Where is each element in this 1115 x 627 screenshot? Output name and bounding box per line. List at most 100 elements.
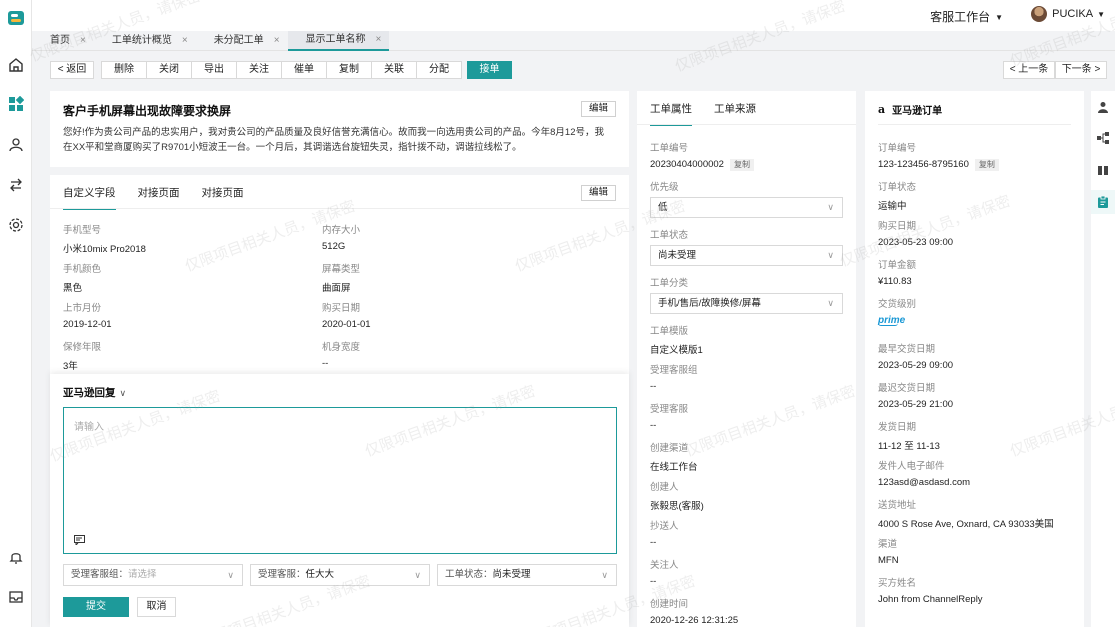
attr-label: 工单编号 (650, 143, 689, 154)
customer-icon[interactable] (1097, 101, 1109, 113)
reply-header[interactable]: 亚马逊回复 ∨ (63, 385, 126, 400)
close-icon[interactable]: × (182, 31, 188, 51)
attr-label: 发货日期 (878, 422, 917, 433)
close-ticket-button[interactable]: 关闭 (146, 61, 192, 79)
attr-category: 工单分类手机/售后/故障换修/屏幕 ∨ (650, 275, 843, 314)
close-icon[interactable]: × (274, 31, 280, 51)
transfer-icon[interactable] (8, 177, 24, 193)
amazon-order-panel: a 亚马逊订单 订单编号 123-123456-8795160 复制 订单状态 运输中 … (865, 91, 1084, 627)
chevron-down-icon: ∨ (414, 570, 421, 580)
attr-follower: 关注人 -- (650, 557, 843, 587)
priority-select[interactable]: 低 ∨ (650, 197, 843, 218)
attr-label: 工单分类 (650, 278, 689, 289)
close-icon[interactable]: × (80, 31, 86, 51)
username: PUCIKA (1052, 8, 1094, 20)
tab-custom-fields[interactable]: 自定义字段 (63, 185, 116, 210)
field-value: 3年 (63, 361, 78, 372)
book-icon[interactable] (1097, 164, 1109, 176)
tab-ticket[interactable]: 显示工单名称 × (287, 30, 390, 51)
workspace-label: 客服工作台 (930, 10, 991, 24)
reply-editor[interactable]: 请输入 (63, 407, 617, 554)
urge-button[interactable]: 催单 (281, 61, 327, 79)
back-button[interactable]: < 返回 (50, 61, 94, 79)
edit-title-button[interactable]: 编辑 (580, 101, 616, 117)
tab-source[interactable]: 工单来源 (714, 101, 756, 126)
field-phone-model: 手机型号小米10mix Pro2018 (63, 222, 146, 255)
home-icon[interactable] (8, 57, 24, 73)
assign-button[interactable]: 分配 (416, 61, 462, 79)
field-label: 上市月份 (63, 303, 102, 314)
attr-value: -- (650, 420, 657, 431)
tab-integration-1[interactable]: 对接页面 (138, 185, 180, 210)
chevron-down-icon: ∨ (119, 388, 127, 398)
attr-label: 发件人电子邮件 (878, 461, 945, 472)
agent-select[interactable]: 受理客服：任大大 ∨ (250, 564, 430, 586)
tab-unassigned[interactable]: 未分配工单 × (196, 31, 288, 51)
prev-button[interactable]: < 上一条 (1003, 61, 1055, 79)
agent-group-select[interactable]: 受理客服组：请选择 ∨ (63, 564, 243, 586)
field-body-width: 机身宽度 -- (322, 339, 360, 369)
category-select[interactable]: 手机/售后/故障换修/屏幕 ∨ (650, 293, 843, 314)
attr-value: 2023-05-29 09:00 (878, 360, 954, 371)
next-button[interactable]: 下一条 > (1055, 61, 1107, 79)
chevron-down-icon: ∨ (227, 570, 234, 580)
attr-value: -- (650, 537, 657, 548)
copy-tag[interactable]: 复制 (729, 159, 754, 171)
field-label: 手机型号 (63, 225, 102, 236)
attr-value: 2020-12-26 12:31:25 (650, 615, 739, 626)
attr-label: 订单金额 (878, 260, 917, 271)
users-icon[interactable] (8, 137, 24, 153)
bell-icon[interactable] (8, 549, 24, 565)
status-select[interactable]: 尚未受理 ∨ (650, 245, 843, 266)
field-screen-type: 屏幕类型 曲面屏 (322, 261, 360, 294)
flow-icon[interactable] (1097, 132, 1109, 144)
field-label: 屏幕类型 (322, 264, 361, 275)
follow-button[interactable]: 关注 (236, 61, 282, 79)
attr-value: -- (650, 381, 657, 392)
tab-attributes[interactable]: 工单属性 (650, 101, 692, 126)
user-menu[interactable]: PUCIKA ▼ (1031, 6, 1105, 22)
attr-value: 4000 S Rose Ave, Oxnard, CA 93033美国 (878, 519, 1054, 530)
chevron-down-icon: ∨ (827, 298, 834, 308)
order-buyer: 买方姓名 John from ChannelReply (878, 575, 1071, 605)
ticket-title: 客户手机屏幕出现故障要求换屏 (63, 104, 232, 118)
copy-tag[interactable]: 复制 (974, 159, 999, 171)
field-value: 小米10mix Pro2018 (63, 244, 146, 255)
workspace-switcher[interactable]: 客服工作台 ▼ (930, 8, 1003, 25)
field-value: 512G (322, 241, 346, 252)
link-button[interactable]: 关联 (371, 61, 417, 79)
amazon-order-title: 亚马逊订单 (892, 106, 943, 117)
attr-label: 买方姓名 (878, 578, 917, 589)
order-earliest: 最早交货日期 2023-05-29 09:00 (878, 341, 1071, 371)
edit-fields-button[interactable]: 编辑 (580, 185, 616, 201)
attr-agent: 受理客服 -- (650, 401, 843, 431)
toolbar: < 返回 删除 关闭 导出 关注 催单 复制 关联 分配 接单 < 上一条 下一… (50, 61, 1107, 81)
tab-home[interactable]: 首页 × (32, 31, 94, 51)
attr-template: 工单模版 自定义模版1 (650, 323, 843, 356)
close-icon[interactable]: × (376, 30, 382, 50)
cancel-button[interactable]: 取消 (137, 597, 176, 617)
export-button[interactable]: 导出 (191, 61, 237, 79)
status-select[interactable]: 工单状态：尚未受理 ∨ (437, 564, 617, 586)
order-no: 订单编号 123-123456-8795160 复制 (878, 140, 1071, 171)
order-channel: 渠道 MFN (878, 536, 1071, 566)
copy-button[interactable]: 复制 (326, 61, 372, 79)
tab-integration-2[interactable]: 对接页面 (202, 185, 244, 210)
amazon-reply-panel: 亚马逊回复 ∨ 请输入 受理客服组：请选择 ∨ 受理客服：任大大 ∨ 工单状态：尚未受… (50, 374, 629, 627)
template-icon[interactable] (74, 535, 85, 545)
delete-button[interactable]: 删除 (101, 61, 147, 79)
apps-icon[interactable] (8, 96, 24, 112)
tab-stats[interactable]: 工单统计概览 × (94, 31, 196, 51)
field-memory: 内存大小 512G (322, 222, 360, 252)
inbox-icon[interactable] (8, 589, 24, 605)
field-tabs: 自定义字段 对接页面 对接页面 (63, 185, 266, 210)
order-tab[interactable] (1091, 190, 1115, 214)
order-ship-date: 发货日期 11-12 至 11-13 (878, 419, 1071, 452)
attr-label: 渠道 (878, 539, 898, 550)
accept-button[interactable]: 接单 (467, 61, 512, 79)
amazon-logo-icon: a (878, 103, 886, 116)
order-delivery-level: 交货级别 prime (878, 296, 1071, 326)
left-rail (0, 0, 32, 627)
submit-button[interactable]: 提交 (63, 597, 129, 617)
settings-icon[interactable] (8, 217, 24, 233)
